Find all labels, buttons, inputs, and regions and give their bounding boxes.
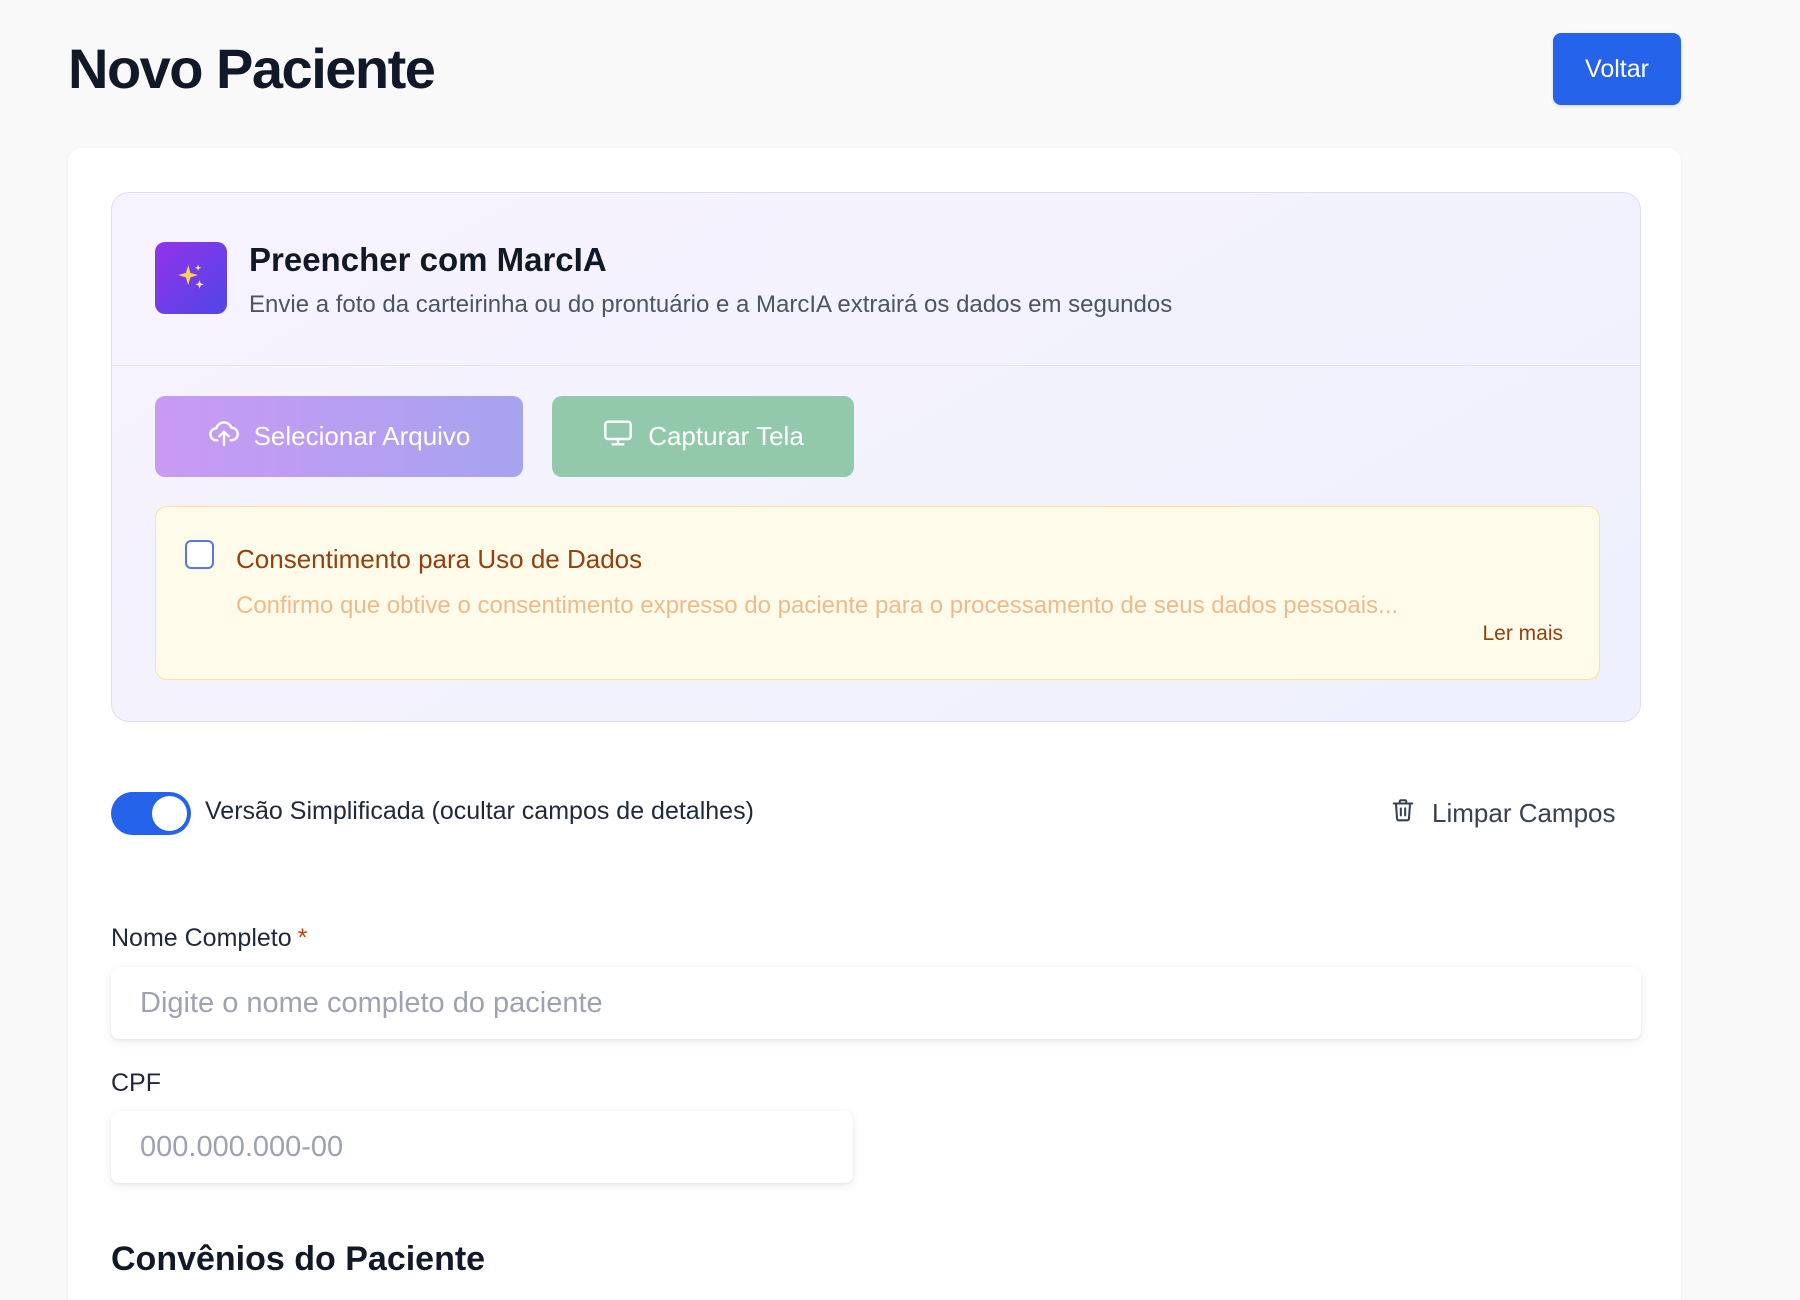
insurance-section-title: Convênios do Paciente [111, 1240, 486, 1278]
back-button[interactable]: Voltar [1553, 33, 1681, 105]
simplified-version-toggle[interactable] [111, 792, 191, 835]
select-file-label: Selecionar Arquivo [253, 421, 471, 451]
page-title: Novo Paciente [68, 37, 436, 100]
read-more-link[interactable]: Ler mais [1482, 622, 1563, 646]
clear-fields-label: Limpar Campos [1432, 797, 1616, 828]
cpf-input[interactable] [111, 1111, 853, 1183]
trash-icon [1390, 796, 1416, 831]
sparkles-icon [155, 242, 227, 314]
cpf-label: CPF [111, 1069, 161, 1097]
full-name-label-text: Nome Completo [111, 924, 292, 952]
consent-title: Consentimento para Uso de Dados [236, 544, 643, 574]
page: Novo Paciente Voltar Preencher com MarcI… [0, 0, 1800, 1300]
form-card: Preencher com MarcIA Envie a foto da car… [68, 148, 1681, 1300]
full-name-input[interactable] [111, 967, 1641, 1039]
monitor-icon [602, 417, 634, 456]
ai-panel-subtitle: Envie a foto da carteirinha ou do prontu… [249, 291, 1173, 318]
required-star: * [297, 924, 308, 952]
capture-screen-label: Capturar Tela [648, 421, 804, 451]
consent-box: Consentimento para Uso de Dados Confirmo… [155, 506, 1600, 680]
consent-text: Confirmo que obtive o consentimento expr… [236, 592, 1399, 619]
clear-fields-button[interactable]: Limpar Campos [1390, 794, 1616, 832]
cloud-upload-icon [208, 417, 240, 456]
ai-panel-title: Preencher com MarcIA [249, 241, 607, 278]
ai-panel-header: Preencher com MarcIA Envie a foto da car… [112, 193, 1640, 366]
full-name-label: Nome Completo * [111, 924, 307, 953]
ai-fill-panel: Preencher com MarcIA Envie a foto da car… [111, 192, 1641, 722]
capture-screen-button[interactable]: Capturar Tela [552, 396, 854, 477]
toggle-knob [152, 796, 187, 831]
simplified-version-label: Versão Simplificada (ocultar campos de d… [205, 797, 754, 825]
consent-checkbox[interactable] [185, 540, 214, 569]
select-file-button[interactable]: Selecionar Arquivo [155, 396, 523, 477]
